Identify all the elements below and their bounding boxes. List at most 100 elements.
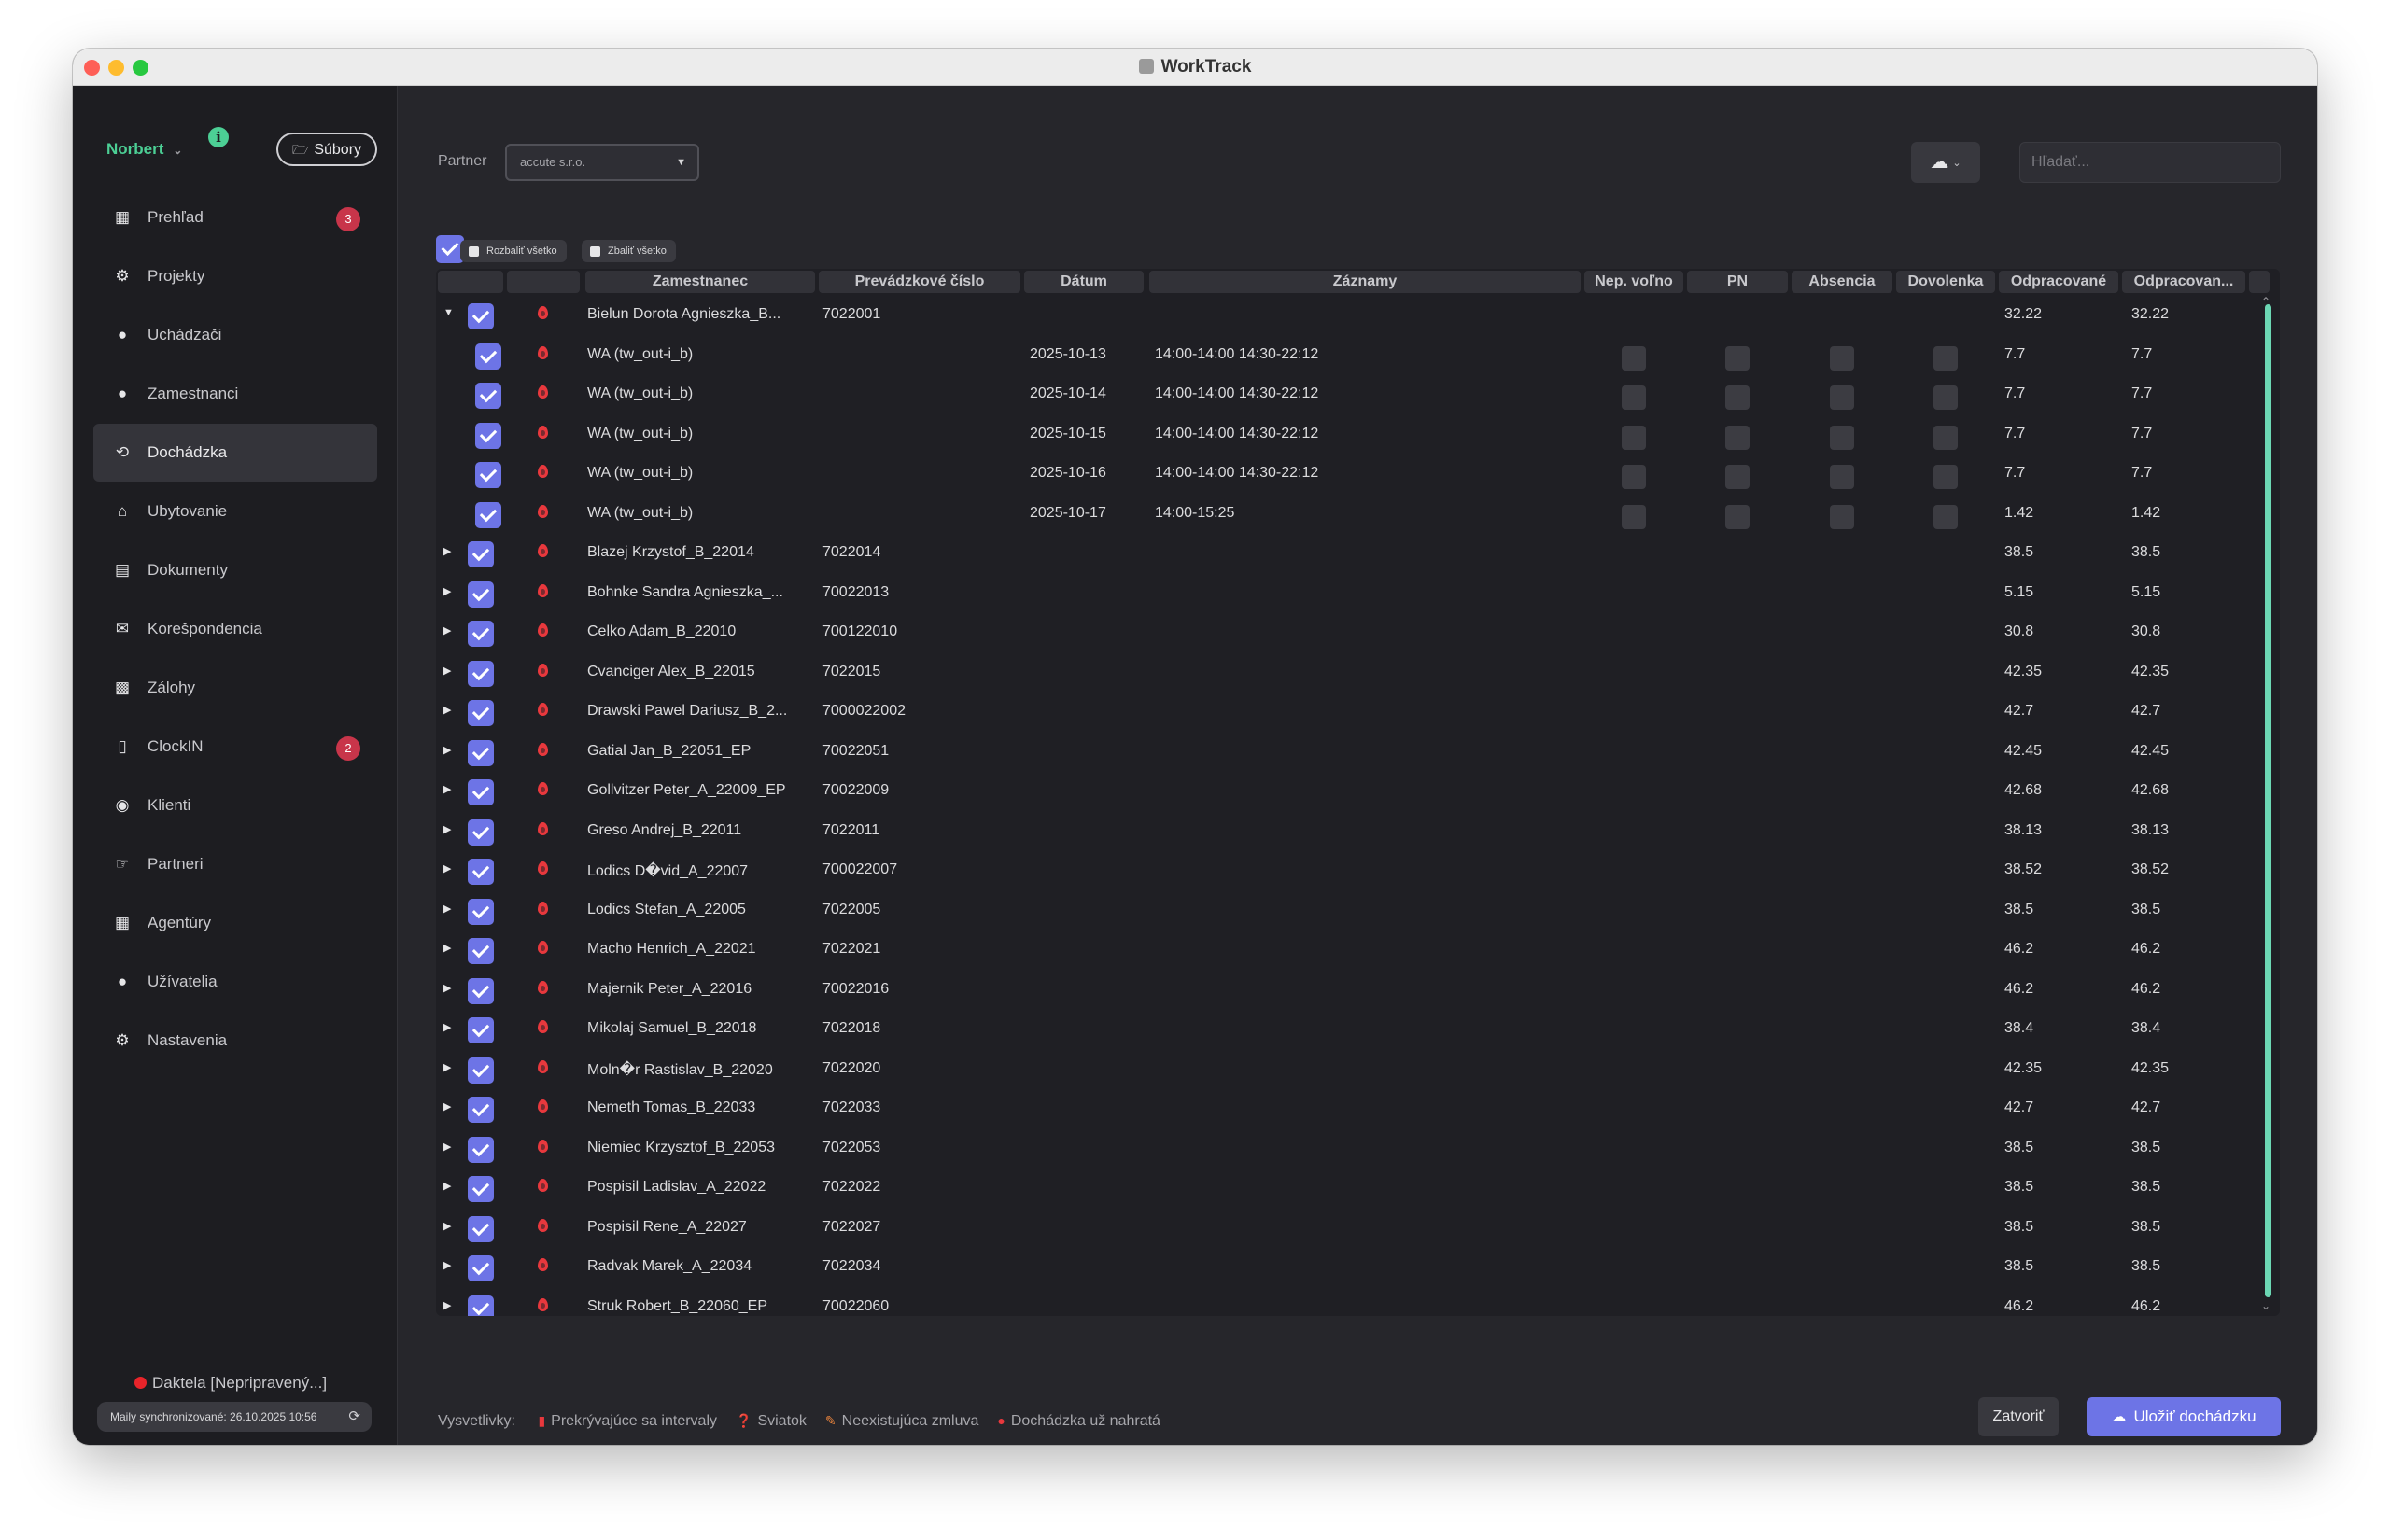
sidebar-item-4[interactable]: ⟲ Dochádzka — [93, 424, 377, 482]
row-checkbox[interactable] — [468, 1097, 494, 1123]
row-checkbox[interactable] — [468, 1017, 494, 1043]
vacation-checkbox[interactable] — [1933, 505, 1958, 529]
unpaid-leave-checkbox[interactable] — [1622, 346, 1646, 371]
row-checkbox[interactable] — [468, 1216, 494, 1242]
refresh-icon[interactable]: ⟳ — [348, 1402, 360, 1432]
caret-right-icon[interactable]: ▶ — [443, 823, 451, 835]
info-icon[interactable]: i — [208, 127, 229, 147]
table-row[interactable]: ▶ Pospisil Ladislav_A_22022 7022022 38.5 38.… — [436, 1168, 2252, 1207]
row-checkbox[interactable] — [475, 343, 501, 370]
search-input[interactable]: Hľadať... — [2019, 142, 2281, 183]
table-row[interactable]: ▶ Mikolaj Samuel_B_22018 7022018 38.4 38.4 — [436, 1009, 2252, 1048]
user-menu[interactable]: Norbert ⌄ — [106, 140, 182, 159]
header-worked-2[interactable]: Odpracovan... — [2122, 271, 2245, 293]
row-checkbox[interactable] — [468, 1255, 494, 1281]
table-sub-row[interactable]: WA (tw_out-i_b) 2025-10-16 14:00-14:00 14:… — [436, 454, 2252, 493]
header-operational-number[interactable]: Prevádzkové číslo — [819, 271, 1020, 293]
cloud-download-button[interactable]: ☁ ⌄ — [1911, 142, 1980, 183]
sidebar-item-6[interactable]: ▤ Dokumenty — [93, 541, 377, 599]
caret-right-icon[interactable]: ▶ — [443, 1259, 451, 1271]
vacation-checkbox[interactable] — [1933, 465, 1958, 489]
sidebar-item-1[interactable]: ⚙ Projekty — [93, 247, 377, 305]
row-checkbox[interactable] — [468, 303, 494, 329]
sidebar-item-9[interactable]: ▯ ClockIN 2 — [93, 718, 377, 776]
caret-right-icon[interactable]: ▶ — [443, 903, 451, 915]
row-checkbox[interactable] — [468, 1176, 494, 1202]
table-row[interactable]: ▶ Struk Robert_B_22060_EP 70022060 46.2 46.2 — [436, 1287, 2252, 1316]
table-sub-row[interactable]: WA (tw_out-i_b) 2025-10-14 14:00-14:00 14:… — [436, 374, 2252, 413]
table-row[interactable]: ▶ Macho Henrich_A_22021 7022021 46.2 46.2 — [436, 930, 2252, 969]
table-row[interactable]: ▶ Celko Adam_B_22010 700122010 30.8 30.8 — [436, 612, 2252, 651]
caret-right-icon[interactable]: ▶ — [443, 942, 451, 954]
row-checkbox[interactable] — [468, 819, 494, 846]
caret-right-icon[interactable]: ▶ — [443, 862, 451, 875]
header-worked[interactable]: Odpracované — [1999, 271, 2118, 293]
table-row[interactable]: ▶ Majernik Peter_A_22016 70022016 46.2 46.2 — [436, 970, 2252, 1009]
expand-all-button[interactable]: Rozbaliť všetko — [460, 240, 567, 262]
caret-right-icon[interactable]: ▶ — [443, 585, 451, 597]
sidebar-item-10[interactable]: ◉ Klienti — [93, 777, 377, 834]
table-row[interactable]: ▶ Gatial Jan_B_22051_EP 70022051 42.45 42.45 — [436, 732, 2252, 771]
caret-right-icon[interactable]: ▶ — [443, 1180, 451, 1192]
row-checkbox[interactable] — [468, 740, 494, 766]
files-button[interactable]: 🗁 Súbory — [276, 133, 377, 166]
table-row[interactable]: ▶ Moln�r Rastislav_B_22020 7022020 42.35 42.… — [436, 1049, 2252, 1088]
row-checkbox[interactable] — [468, 1295, 494, 1316]
caret-right-icon[interactable]: ▶ — [443, 744, 451, 756]
unpaid-leave-checkbox[interactable] — [1622, 505, 1646, 529]
row-checkbox[interactable] — [468, 859, 494, 885]
sick-leave-checkbox[interactable] — [1725, 346, 1750, 371]
row-checkbox[interactable] — [468, 661, 494, 687]
caret-down-icon[interactable]: ▼ — [443, 307, 454, 318]
sick-leave-checkbox[interactable] — [1725, 385, 1750, 410]
header-absence[interactable]: Absencia — [1792, 271, 1892, 293]
sidebar-item-14[interactable]: ⚙ Nastavenia — [93, 1012, 377, 1070]
header-employee[interactable]: Zamestnanec — [585, 271, 815, 293]
absence-checkbox[interactable] — [1830, 346, 1854, 371]
vertical-scrollbar[interactable] — [2265, 304, 2271, 1297]
header-sick-leave[interactable]: PN — [1687, 271, 1788, 293]
caret-right-icon[interactable]: ▶ — [443, 1100, 451, 1113]
row-checkbox[interactable] — [475, 502, 501, 528]
sidebar-item-11[interactable]: ☞ Partneri — [93, 835, 377, 893]
row-checkbox[interactable] — [468, 621, 494, 647]
caret-right-icon[interactable]: ▶ — [443, 982, 451, 994]
caret-right-icon[interactable]: ▶ — [443, 1141, 451, 1153]
sidebar-item-13[interactable]: ● Užívatelia — [93, 953, 377, 1011]
row-checkbox[interactable] — [468, 1057, 494, 1084]
absence-checkbox[interactable] — [1830, 505, 1854, 529]
sick-leave-checkbox[interactable] — [1725, 465, 1750, 489]
absence-checkbox[interactable] — [1830, 426, 1854, 450]
sick-leave-checkbox[interactable] — [1725, 505, 1750, 529]
scroll-down-icon[interactable]: ⌄ — [2261, 1299, 2270, 1312]
row-checkbox[interactable] — [475, 462, 501, 488]
save-attendance-button[interactable]: ☁ Uložiť dochádzku — [2087, 1397, 2281, 1436]
header-vacation[interactable]: Dovolenka — [1896, 271, 1995, 293]
row-checkbox[interactable] — [468, 581, 494, 608]
caret-right-icon[interactable]: ▶ — [443, 545, 451, 557]
sick-leave-checkbox[interactable] — [1725, 426, 1750, 450]
caret-right-icon[interactable]: ▶ — [443, 1021, 451, 1033]
table-row[interactable]: ▶ Gollvitzer Peter_A_22009_EP 70022009 42.6… — [436, 771, 2252, 810]
sidebar-item-12[interactable]: ▦ Agentúry — [93, 894, 377, 952]
vacation-checkbox[interactable] — [1933, 346, 1958, 371]
table-row[interactable]: ▶ Cvanciger Alex_B_22015 7022015 42.35 42.35 — [436, 652, 2252, 692]
row-checkbox[interactable] — [475, 383, 501, 409]
unpaid-leave-checkbox[interactable] — [1622, 385, 1646, 410]
close-button[interactable]: Zatvoriť — [1978, 1397, 2059, 1436]
caret-right-icon[interactable]: ▶ — [443, 1299, 451, 1311]
row-checkbox[interactable] — [468, 978, 494, 1004]
caret-right-icon[interactable]: ▶ — [443, 665, 451, 677]
row-checkbox[interactable] — [468, 1137, 494, 1163]
header-unpaid-leave[interactable]: Nep. voľno — [1584, 271, 1683, 293]
table-row[interactable]: ▶ Nemeth Tomas_B_22033 7022033 42.7 42.7 — [436, 1088, 2252, 1127]
unpaid-leave-checkbox[interactable] — [1622, 465, 1646, 489]
row-checkbox[interactable] — [468, 700, 494, 726]
table-sub-row[interactable]: WA (tw_out-i_b) 2025-10-13 14:00-14:00 14:… — [436, 335, 2252, 374]
unpaid-leave-checkbox[interactable] — [1622, 426, 1646, 450]
vacation-checkbox[interactable] — [1933, 385, 1958, 410]
table-row[interactable]: ▶ Lodics D�vid_A_22007 700022007 38.52 38.52 — [436, 850, 2252, 889]
table-row[interactable]: ▶ Bohnke Sandra Agnieszka_... 70022013 5.15… — [436, 573, 2252, 612]
vacation-checkbox[interactable] — [1933, 426, 1958, 450]
table-row[interactable]: ▶ Blazej Krzystof_B_22014 7022014 38.5 38.5 — [436, 533, 2252, 572]
